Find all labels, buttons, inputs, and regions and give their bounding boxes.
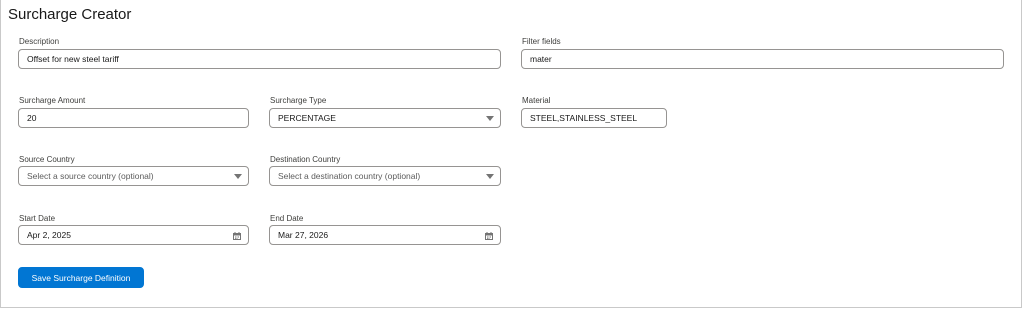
chevron-down-icon [486, 174, 494, 179]
destination-country-select[interactable]: Select a destination country (optional) [269, 166, 501, 186]
end-date-label: End Date [270, 214, 304, 223]
source-country-placeholder: Select a source country (optional) [27, 171, 154, 181]
material-field[interactable]: STEEL,STAINLESS_STEEL [521, 108, 667, 128]
start-date-field[interactable]: Apr 2, 2025 [18, 225, 249, 245]
surcharge-type-label: Surcharge Type [270, 96, 327, 105]
filter-fields-label: Filter fields [522, 37, 561, 46]
material-label: Material [522, 96, 551, 105]
surcharge-type-value: PERCENTAGE [278, 113, 336, 123]
description-value: Offset for new steel tariff [27, 54, 119, 64]
description-label: Description [19, 37, 60, 46]
surcharge-amount-label: Surcharge Amount [19, 96, 86, 105]
calendar-icon[interactable] [485, 232, 493, 240]
start-date-label: Start Date [19, 214, 56, 223]
filter-fields-value: mater [530, 54, 552, 64]
description-field[interactable]: Offset for new steel tariff [18, 49, 501, 69]
end-date-value: Mar 27, 2026 [278, 230, 329, 240]
destination-country-label: Destination Country [270, 155, 341, 164]
filter-fields-input[interactable]: mater [521, 49, 1004, 69]
surcharge-amount-value: 20 [27, 113, 37, 123]
start-date-value: Apr 2, 2025 [27, 230, 71, 240]
source-country-select[interactable]: Select a source country (optional) [18, 166, 249, 186]
calendar-icon[interactable] [233, 232, 241, 240]
chevron-down-icon [486, 116, 494, 121]
surcharge-creator-card: Surcharge Creator Description Offset for… [0, 0, 1022, 308]
page-title: Surcharge Creator [8, 6, 132, 23]
end-date-field[interactable]: Mar 27, 2026 [269, 225, 501, 245]
source-country-label: Source Country [19, 155, 75, 164]
chevron-down-icon [234, 174, 242, 179]
destination-country-placeholder: Select a destination country (optional) [278, 171, 421, 181]
material-value: STEEL,STAINLESS_STEEL [530, 113, 638, 123]
surcharge-type-select[interactable]: PERCENTAGE [269, 108, 501, 128]
save-surcharge-definition-button[interactable]: Save Surcharge Definition [18, 267, 144, 288]
surcharge-amount-field[interactable]: 20 [18, 108, 249, 128]
